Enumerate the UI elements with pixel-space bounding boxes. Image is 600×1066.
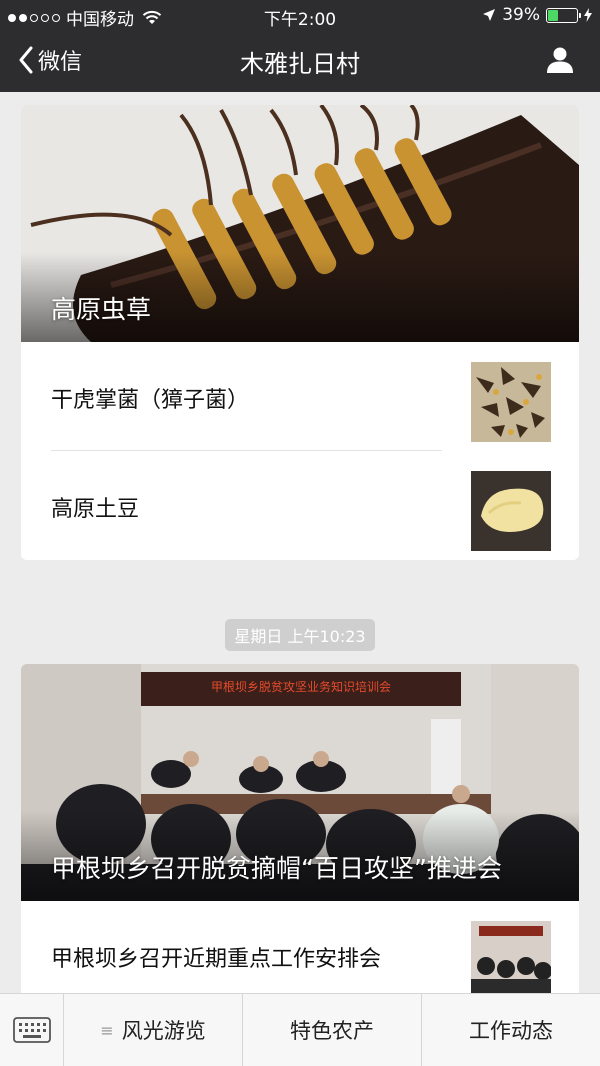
hero-article[interactable]: 甲根坝乡脱贫攻坚业务知识培训会 甲根坝乡召开脱贫摘帽“百日攻坚”推进会 xyxy=(21,664,579,901)
status-bar: 中国移动 下午2:00 39% xyxy=(0,0,600,30)
timestamp: 星期日 上午10:23 xyxy=(0,619,600,651)
battery-icon xyxy=(546,7,581,23)
menu-tab-label: 风光游览 xyxy=(121,1019,206,1043)
mushroom-thumbnail xyxy=(471,362,551,442)
submenu-icon: ≡ xyxy=(100,1020,114,1040)
nav-bar: 微信 木雅扎日村 xyxy=(0,30,600,92)
charging-bolt-icon xyxy=(584,8,592,22)
hero-title: 甲根坝乡召开脱贫摘帽“百日攻坚”推进会 xyxy=(51,854,502,883)
article-card: 高原虫草 干虎掌菌（獐子菌） 高原土豆 xyxy=(21,105,579,560)
hero-article[interactable]: 高原虫草 xyxy=(21,105,579,342)
page-title: 木雅扎日村 xyxy=(240,50,360,78)
menu-tab-news[interactable]: 工作动态 xyxy=(422,994,600,1066)
battery-percent: 39% xyxy=(502,5,540,25)
location-arrow-icon xyxy=(483,9,496,21)
meeting-banner: 甲根坝乡脱贫攻坚业务知识培训会 xyxy=(210,680,391,694)
hero-title: 高原虫草 xyxy=(51,295,152,324)
list-item[interactable]: 高原土豆 xyxy=(21,451,579,560)
keyboard-icon xyxy=(12,1017,51,1043)
menu-tab-label: 特色农产 xyxy=(290,1019,374,1043)
user-icon xyxy=(547,47,573,73)
menu-tab-products[interactable]: 特色农产 xyxy=(243,994,422,1066)
list-item-title: 干虎掌菌（獐子菌） xyxy=(51,388,250,413)
list-item[interactable]: 干虎掌菌（獐子菌） xyxy=(21,342,579,451)
menu-tab-scenery[interactable]: ≡ 风光游览 xyxy=(64,994,243,1066)
menu-tab-label: 工作动态 xyxy=(469,1019,553,1043)
list-item-title: 高原土豆 xyxy=(51,497,140,522)
potato-thumbnail xyxy=(471,471,551,551)
profile-button[interactable] xyxy=(546,46,574,78)
list-item-title: 甲根坝乡召开近期重点工作安排会 xyxy=(51,947,382,972)
article-card: 甲根坝乡脱贫攻坚业务知识培训会 甲根坝乡召开脱贫摘帽“百日攻坚”推进会 甲根坝乡… xyxy=(21,664,579,1004)
meeting-thumbnail xyxy=(471,921,551,1001)
list-item[interactable]: 甲根坝乡召开近期重点工作安排会 xyxy=(21,901,579,1004)
keyboard-toggle-button[interactable] xyxy=(0,994,64,1066)
bottom-menu: ≡ 风光游览 特色农产 工作动态 xyxy=(0,993,600,1066)
